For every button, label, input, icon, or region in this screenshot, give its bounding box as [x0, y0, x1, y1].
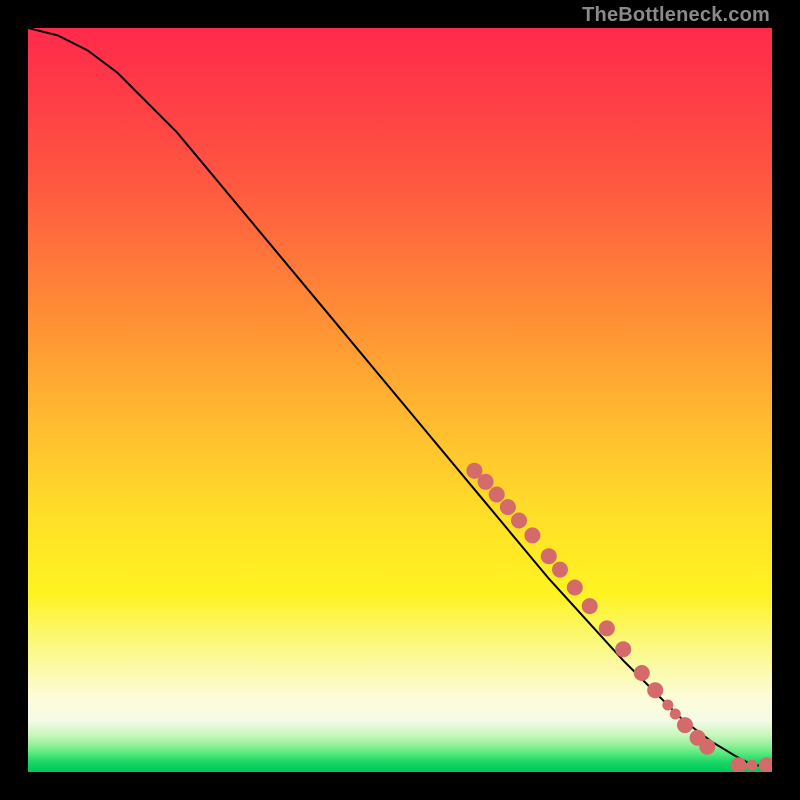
data-point: [634, 665, 650, 681]
data-point: [699, 739, 715, 755]
data-point: [599, 620, 615, 636]
curve-line: [28, 28, 772, 766]
data-point: [567, 580, 583, 596]
plot-area: [28, 28, 772, 772]
data-point: [552, 562, 568, 578]
watermark-text: TheBottleneck.com: [582, 4, 770, 27]
data-point: [615, 641, 631, 657]
data-point: [524, 527, 540, 543]
data-point: [647, 682, 663, 698]
data-point: [500, 499, 516, 515]
data-point: [582, 598, 598, 614]
chart-overlay: [28, 28, 772, 772]
chart-stage: TheBottleneck.com: [0, 0, 800, 800]
data-point: [489, 487, 505, 503]
data-point: [746, 760, 757, 771]
data-point: [478, 474, 494, 490]
data-point: [670, 709, 681, 720]
data-point: [662, 700, 673, 711]
dots-group: [466, 463, 772, 772]
data-point: [677, 717, 693, 733]
data-point: [759, 757, 772, 772]
data-point: [541, 548, 557, 564]
data-point: [511, 513, 527, 529]
